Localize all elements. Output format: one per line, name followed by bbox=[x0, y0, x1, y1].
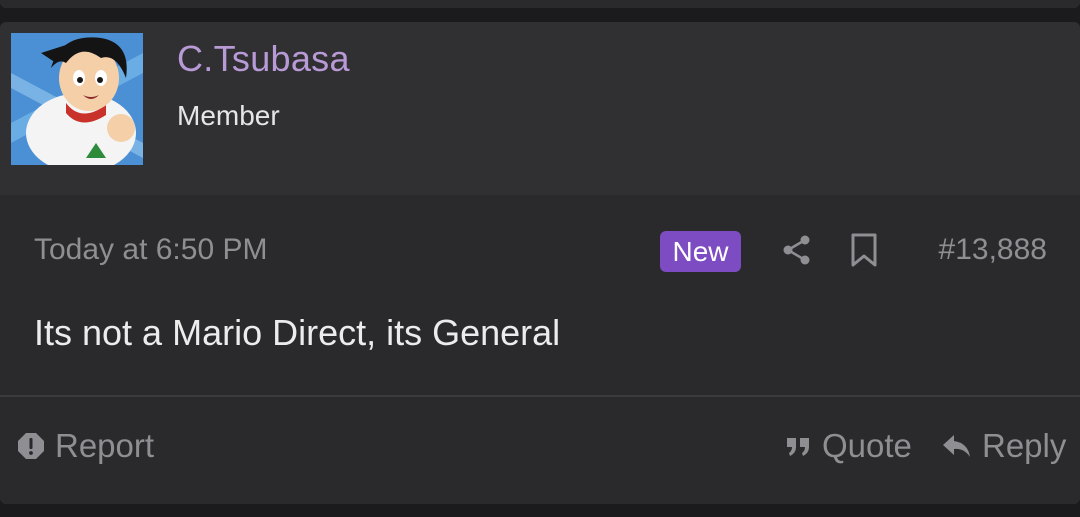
reply-button[interactable]: Reply bbox=[942, 426, 1066, 466]
share-icon[interactable] bbox=[781, 234, 813, 266]
avatar[interactable] bbox=[11, 33, 143, 165]
bookmark-icon[interactable] bbox=[849, 232, 879, 268]
user-title: Member bbox=[177, 100, 280, 131]
reply-label: Reply bbox=[982, 427, 1067, 464]
new-badge: New bbox=[660, 231, 741, 272]
quote-label: Quote bbox=[822, 427, 912, 464]
post-body: Today at 6:50 PM New #13,888 Its not a M… bbox=[0, 195, 1080, 395]
post-actions-bar: Report Quote Reply bbox=[0, 397, 1080, 504]
report-icon bbox=[18, 433, 44, 459]
post-user-header: C.Tsubasa Member bbox=[0, 22, 1080, 195]
post-timestamp[interactable]: Today at 6:50 PM bbox=[34, 233, 267, 267]
reply-icon bbox=[943, 435, 970, 457]
quote-button[interactable]: Quote bbox=[786, 426, 912, 466]
post-number[interactable]: #13,888 bbox=[939, 233, 1047, 267]
username[interactable]: C.Tsubasa bbox=[177, 38, 350, 80]
previous-post-edge bbox=[0, 0, 1080, 8]
quote-icon bbox=[787, 438, 809, 456]
report-button[interactable]: Report bbox=[17, 426, 154, 466]
report-label: Report bbox=[55, 427, 155, 464]
post-message: Its not a Mario Direct, its General bbox=[34, 312, 561, 353]
